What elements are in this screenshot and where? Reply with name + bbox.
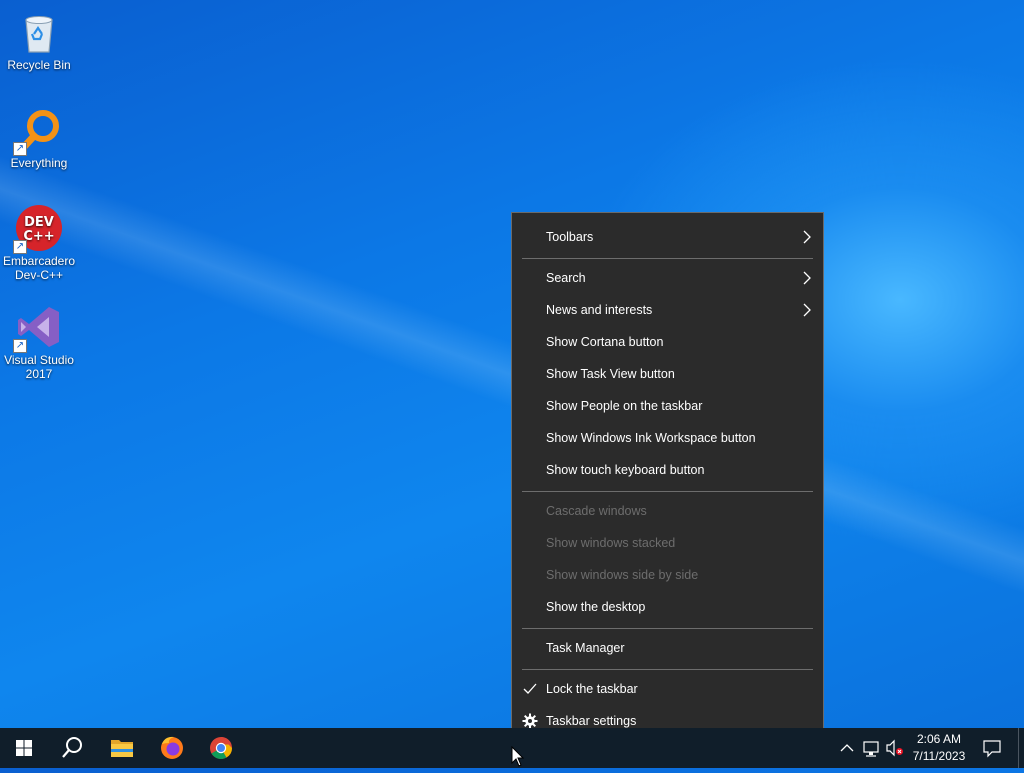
show-desktop-button[interactable] [1018,728,1019,768]
desktop-icon-everything[interactable]: ↗ Everything [2,106,76,170]
chevron-up-icon [840,744,854,752]
file-explorer-icon [111,740,133,757]
gear-icon [522,713,538,729]
mouse-cursor-icon [511,745,525,773]
menu-item-label: Show touch keyboard button [546,463,705,477]
menu-item-cascade-windows: Cascade windows [512,495,823,527]
volume-muted-icon [886,739,903,757]
menu-separator [522,628,813,629]
network-button[interactable] [860,728,882,768]
menu-item-label: Toolbars [546,230,594,244]
menu-item-show-touch-keyboard[interactable]: Show touch keyboard button [512,454,823,486]
menu-item-label: Show People on the taskbar [546,399,703,413]
menu-item-show-the-desktop[interactable]: Show the desktop [512,591,823,623]
menu-item-label: Show windows side by side [546,568,699,582]
start-button[interactable] [0,728,48,768]
desktop-icon-devcpp[interactable]: DEV C++ ↗ Embarcadero Dev-C++ [2,204,76,282]
desktop-icon-label: Recycle Bin [7,58,71,72]
search-icon [62,737,82,758]
firefox-icon [161,736,183,759]
menu-item-show-task-view-button[interactable]: Show Task View button [512,358,823,390]
chevron-right-icon [801,229,813,248]
menu-item-label: Show the desktop [546,600,646,614]
menu-item-label: Show Windows Ink Workspace button [546,431,756,445]
chrome-icon [210,736,232,759]
menu-item-lock-the-taskbar[interactable]: Lock the taskbar [512,673,823,705]
menu-item-search[interactable]: Search [512,262,823,294]
taskbar-firefox[interactable] [148,728,196,768]
desktop-icon-visual-studio[interactable]: ↗ Visual Studio 2017 [2,303,76,381]
menu-item-label: Search [546,271,586,285]
menu-item-label: Cascade windows [546,504,647,518]
menu-item-news-and-interests[interactable]: News and interests [512,294,823,326]
menu-item-show-cortana-button[interactable]: Show Cortana button [512,326,823,358]
shortcut-arrow-icon: ↗ [13,240,27,254]
recycle-bin-icon [15,8,63,56]
svg-text:DEV: DEV [24,215,54,230]
menu-separator [522,258,813,259]
svg-text:C++: C++ [23,229,54,244]
taskbar-search-button[interactable] [48,728,96,768]
desktop-icon-label: Visual Studio 2017 [4,353,74,381]
menu-item-label: News and interests [546,303,653,317]
action-center-button[interactable] [976,728,1008,768]
menu-item-label: Lock the taskbar [546,682,638,696]
menu-item-label: Show Cortana button [546,335,664,349]
desktop-icon-label: Everything [10,156,68,170]
menu-item-show-windows-side-by-side: Show windows side by side [512,559,823,591]
shortcut-arrow-icon: ↗ [13,142,27,156]
taskbar-chrome[interactable] [197,728,245,768]
menu-item-show-windows-ink[interactable]: Show Windows Ink Workspace button [512,422,823,454]
shortcut-arrow-icon: ↗ [13,339,27,353]
clock-date[interactable]: 7/11/2023 [904,749,974,763]
volume-button[interactable] [884,728,906,768]
clock-time[interactable]: 2:06 AM [904,732,974,746]
chevron-right-icon [801,270,813,289]
menu-item-label: Task Manager [546,641,625,655]
menu-item-label: Show windows stacked [546,536,676,550]
taskbar-file-explorer[interactable] [98,728,146,768]
taskbar-context-menu: Toolbars Search News and interests Show … [511,212,824,746]
desktop-icon-recycle-bin[interactable]: Recycle Bin [2,8,76,72]
menu-item-task-manager[interactable]: Task Manager [512,632,823,664]
start-icon [16,740,32,756]
devcpp-icon: DEV C++ ↗ [13,204,63,254]
desktop-icon-label: Embarcadero Dev-C++ [2,254,76,282]
menu-item-label: Show Task View button [546,367,675,381]
everything-search-icon: ↗ [13,106,63,156]
menu-item-label: Taskbar settings [546,714,637,728]
network-icon [863,741,879,757]
menu-item-show-people[interactable]: Show People on the taskbar [512,390,823,422]
checkmark-icon [522,681,538,697]
menu-item-show-windows-stacked: Show windows stacked [512,527,823,559]
notification-icon [983,740,1001,758]
show-hidden-icons-button[interactable] [836,728,858,768]
menu-item-toolbars[interactable]: Toolbars [512,221,823,253]
menu-separator [522,491,813,492]
menu-separator [522,669,813,670]
chevron-right-icon [801,302,813,321]
visual-studio-icon: ↗ [13,303,63,353]
